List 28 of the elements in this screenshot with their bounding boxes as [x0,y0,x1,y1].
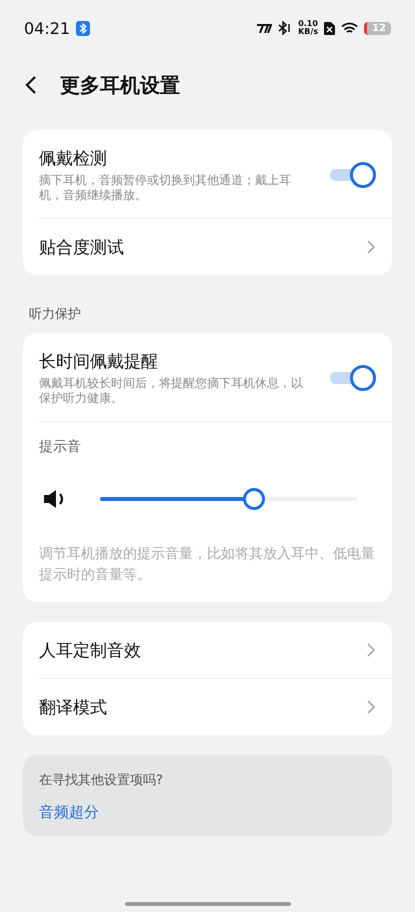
settings-item[interactable]: 翻译模式 [39,679,392,735]
setting-description: 摘下耳机，音频暂停或切换到其他通道；戴上耳机，音频继续播放。 [39,173,292,203]
slider-caption: 调节耳机播放的提示音量，比如将其放入耳中、低电量提示时的音量等。 [39,545,376,585]
net-speed-unit: KB/s [298,28,318,36]
chevron-right-icon [367,700,376,714]
page-title: 更多耳机设置 [60,72,180,98]
bluetooth-icon [278,21,292,35]
signal-icon [256,23,272,33]
suggestion-question: 在寻找其他设置项吗? [39,772,163,789]
chevron-right-icon [367,240,376,254]
wifi-icon [341,22,358,34]
section-heading: 听力保护 [29,306,82,323]
slider-label: 提示音 [39,438,82,456]
net-speed: 0.10 [298,20,318,28]
toggle-switch[interactable] [330,365,376,391]
setting-title: 长时间佩戴提醒 [39,351,159,373]
back-icon[interactable] [24,75,38,95]
settings-item[interactable]: 贴合度测试 [39,219,392,275]
toggle-switch[interactable] [330,162,376,188]
status-time: 04:21 [24,18,70,38]
chevron-right-icon [367,643,376,657]
suggestion-link[interactable]: 音频超分 [39,803,99,822]
bluetooth-icon [76,20,90,36]
settings-item[interactable]: 人耳定制音效 [39,622,392,679]
battery-level: 12 [364,22,391,34]
sim-icon [324,22,336,34]
setting-description: 佩戴耳机较长时间后，将提醒您摘下耳机休息，以保护听力健康。 [39,376,304,406]
setting-title: 佩戴检测 [39,148,108,170]
